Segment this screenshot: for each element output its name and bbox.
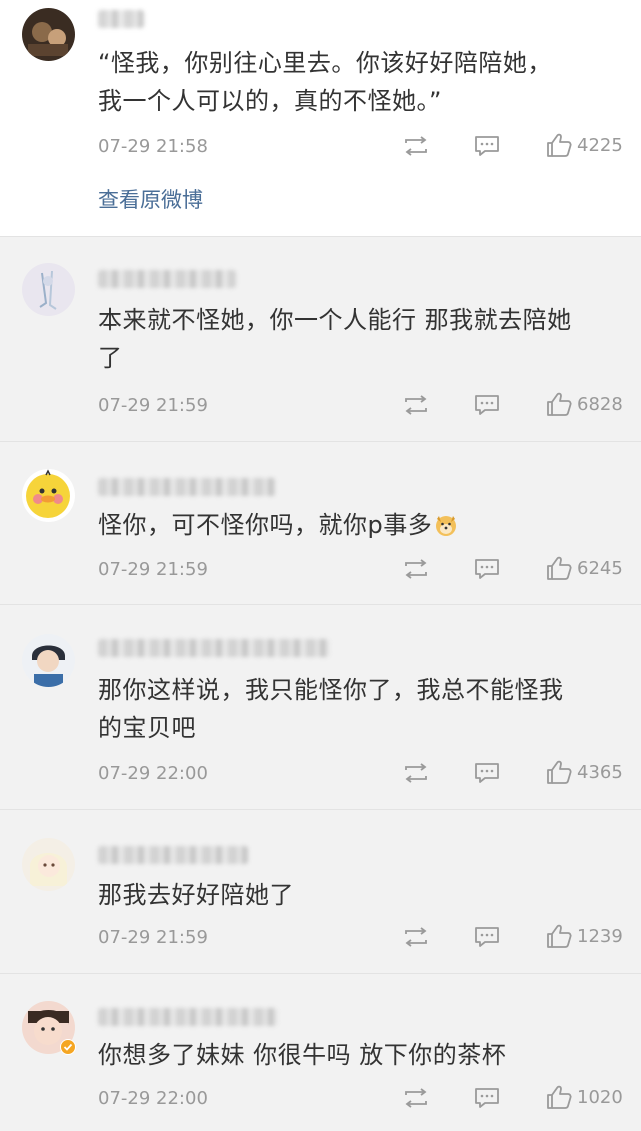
comment-text: 那你这样说，我只能怪你了，我总不能怪我 的宝贝吧 <box>98 676 564 742</box>
repost-button[interactable] <box>402 925 430 949</box>
repost-icon <box>402 134 430 158</box>
comment-button[interactable] <box>473 134 501 158</box>
like-count: 1020 <box>577 1086 623 1108</box>
comment-time: 07-29 22:00 <box>98 763 208 784</box>
repost-icon <box>402 1086 430 1110</box>
comment-time: 07-29 22:00 <box>98 1088 208 1109</box>
like-button[interactable]: 1020 <box>545 1084 623 1110</box>
username[interactable] <box>98 846 248 864</box>
post-text: “怪我，你别往心里去。你该好好陪陪她， 我一个人可以的，真的不怪她。” <box>98 49 552 115</box>
username[interactable] <box>98 478 276 496</box>
repost-button[interactable] <box>402 557 430 581</box>
post-time: 07-29 21:58 <box>98 136 208 157</box>
thumbs-up-icon <box>545 391 573 417</box>
comment-icon <box>473 925 501 949</box>
comment-thread: “怪我，你别往心里去。你该好好陪陪她， 我一个人可以的，真的不怪她。” 07-2… <box>0 0 641 1131</box>
like-button[interactable]: 6828 <box>545 391 623 417</box>
original-post: “怪我，你别往心里去。你该好好陪陪她， 我一个人可以的，真的不怪她。” 07-2… <box>0 0 641 236</box>
username[interactable] <box>98 10 144 28</box>
comment-text: 本来就不怪她，你一个人能行 那我就去陪她 了 <box>98 306 572 372</box>
avatar[interactable] <box>22 1001 76 1055</box>
like-button[interactable]: 6245 <box>545 555 623 581</box>
thumbs-up-icon <box>545 923 573 949</box>
username[interactable] <box>98 1008 278 1026</box>
repost-button[interactable] <box>402 761 430 785</box>
comment-text: 怪你，可不怪你吗，就你p事多 <box>98 506 618 544</box>
comment-icon <box>473 393 501 417</box>
repost-button[interactable] <box>402 134 430 158</box>
avatar[interactable] <box>22 469 75 522</box>
avatar[interactable] <box>22 634 75 687</box>
like-count: 4365 <box>577 761 623 783</box>
thumbs-up-icon <box>545 759 573 785</box>
comment-time: 07-29 21:59 <box>98 559 208 580</box>
comment-button[interactable] <box>473 1086 501 1110</box>
like-count: 4225 <box>577 134 623 156</box>
comment-time: 07-29 21:59 <box>98 927 208 948</box>
comment-button[interactable] <box>473 557 501 581</box>
comment-icon <box>473 1086 501 1110</box>
comment-item: 怪你，可不怪你吗，就你p事多 07-29 21:59 6245 <box>0 441 641 605</box>
comment-text: 那我去好好陪她了 <box>98 881 294 909</box>
comment-icon <box>473 557 501 581</box>
like-count: 1239 <box>577 925 623 947</box>
username[interactable] <box>98 639 330 657</box>
thumbs-up-icon <box>545 1084 573 1110</box>
like-button[interactable]: 4365 <box>545 759 623 785</box>
repost-icon <box>402 761 430 785</box>
comment-item: 那我去好好陪她了 07-29 21:59 1239 <box>0 809 641 974</box>
thumbs-up-icon <box>545 555 573 581</box>
comment-icon <box>473 134 501 158</box>
repost-icon <box>402 925 430 949</box>
doge-emoji-icon <box>434 510 458 536</box>
repost-button[interactable] <box>402 1086 430 1110</box>
comment-icon <box>473 761 501 785</box>
verified-badge-icon <box>60 1039 76 1055</box>
comment-text-content: 怪你，可不怪你吗，就你p事多 <box>98 511 433 539</box>
avatar[interactable] <box>22 263 75 316</box>
thumbs-up-icon <box>545 132 573 158</box>
comment-item: 你想多了妹妹 你很牛吗 放下你的茶杯 07-29 22:00 1020 <box>0 973 641 1131</box>
like-count: 6828 <box>577 393 623 415</box>
comment-button[interactable] <box>473 761 501 785</box>
view-original-link[interactable]: 查看原微博 <box>98 184 203 214</box>
comment-button[interactable] <box>473 393 501 417</box>
repost-button[interactable] <box>402 393 430 417</box>
comment-item: 那你这样说，我只能怪你了，我总不能怪我 的宝贝吧 07-29 22:00 436… <box>0 604 641 810</box>
like-button[interactable]: 1239 <box>545 923 623 949</box>
like-count: 6245 <box>577 557 623 579</box>
comment-text: 你想多了妹妹 你很牛吗 放下你的茶杯 <box>98 1041 507 1069</box>
comment-time: 07-29 21:59 <box>98 395 208 416</box>
username[interactable] <box>98 270 236 288</box>
repost-icon <box>402 393 430 417</box>
comment-item: 本来就不怪她，你一个人能行 那我就去陪她 了 07-29 21:59 6828 <box>0 236 641 442</box>
avatar[interactable] <box>22 838 75 891</box>
comment-button[interactable] <box>473 925 501 949</box>
avatar[interactable] <box>22 8 75 61</box>
like-button[interactable]: 4225 <box>545 132 623 158</box>
repost-icon <box>402 557 430 581</box>
